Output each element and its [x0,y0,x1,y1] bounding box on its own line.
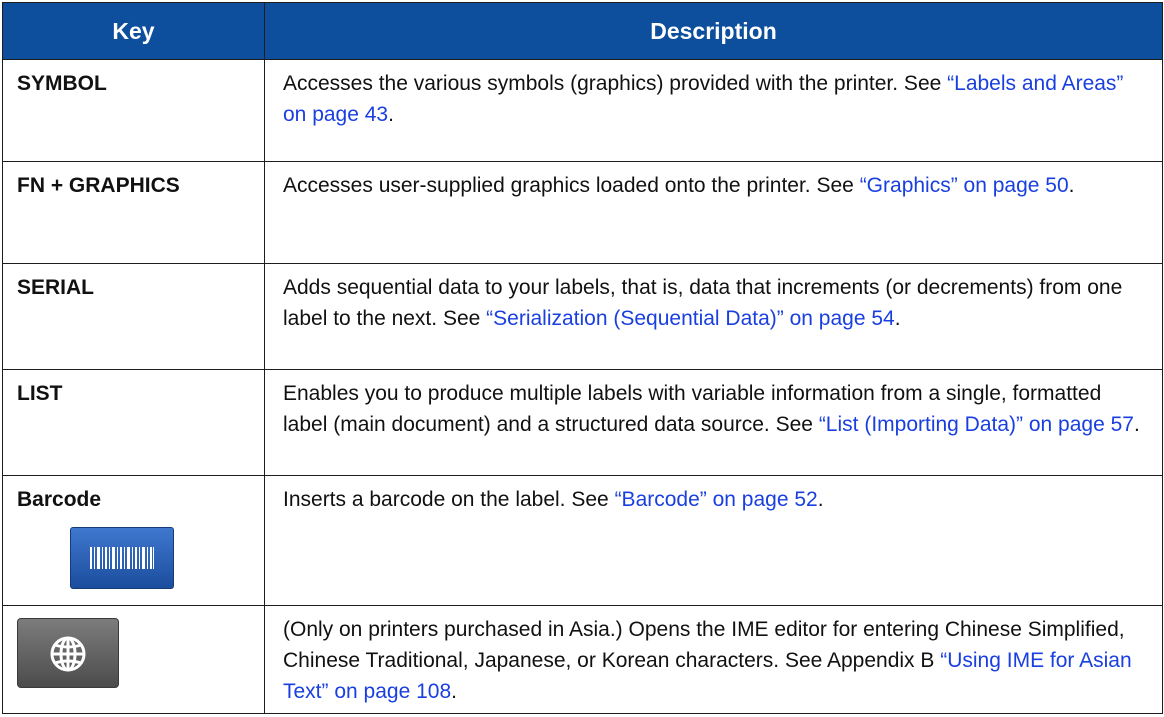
key-label: SERIAL [17,276,95,299]
keys-table: Key Description SYMBOL Accesses the vari… [2,2,1163,714]
page-link[interactable]: “Graphics” on page 50 [860,174,1069,197]
header-key: Key [2,2,265,60]
key-cell: FN + GRAPHICS [2,161,265,264]
page-link[interactable]: “Barcode” on page 52 [615,488,818,511]
description-text: Accesses the various symbols (graphics) … [283,72,948,95]
table-row: FN + GRAPHICS Accesses user-supplied gra… [2,161,1163,264]
description-cell: Inserts a barcode on the label. See “Bar… [264,475,1163,606]
description-cell: Adds sequential data to your labels, tha… [264,263,1163,370]
barcode-icon [70,527,174,589]
table-header-row: Key Description [2,2,1163,60]
table-row: (Only on printers purchased in Asia.) Op… [2,605,1163,714]
key-cell: LIST [2,369,265,476]
table-row: SERIAL Adds sequential data to your labe… [2,263,1163,370]
description-text: Inserts a barcode on the label. See [283,488,615,511]
description-cell: Accesses the various symbols (graphics) … [264,59,1163,162]
key-label: LIST [17,382,63,405]
key-label: FN + GRAPHICS [17,174,180,197]
key-cell: SYMBOL [2,59,265,162]
key-label: Barcode [17,488,102,511]
header-description: Description [264,2,1163,60]
table-row: SYMBOL Accesses the various symbols (gra… [2,59,1163,162]
key-label: SYMBOL [17,72,107,95]
page-link[interactable]: “Serialization (Sequential Data)” on pag… [486,307,895,330]
key-cell [2,605,265,714]
table-row: Barcode Inserts a barcode on the label. … [2,475,1163,606]
globe-icon [17,618,119,688]
page-link[interactable]: “List (Importing Data)” on page 57 [819,413,1134,436]
description-text: Accesses user-supplied graphics loaded o… [283,174,860,197]
description-cell: Enables you to produce multiple labels w… [264,369,1163,476]
key-cell: Barcode [2,475,265,606]
description-cell: Accesses user-supplied graphics loaded o… [264,161,1163,264]
key-cell: SERIAL [2,263,265,370]
description-cell: (Only on printers purchased in Asia.) Op… [264,605,1163,714]
table-row: LIST Enables you to produce multiple lab… [2,369,1163,476]
